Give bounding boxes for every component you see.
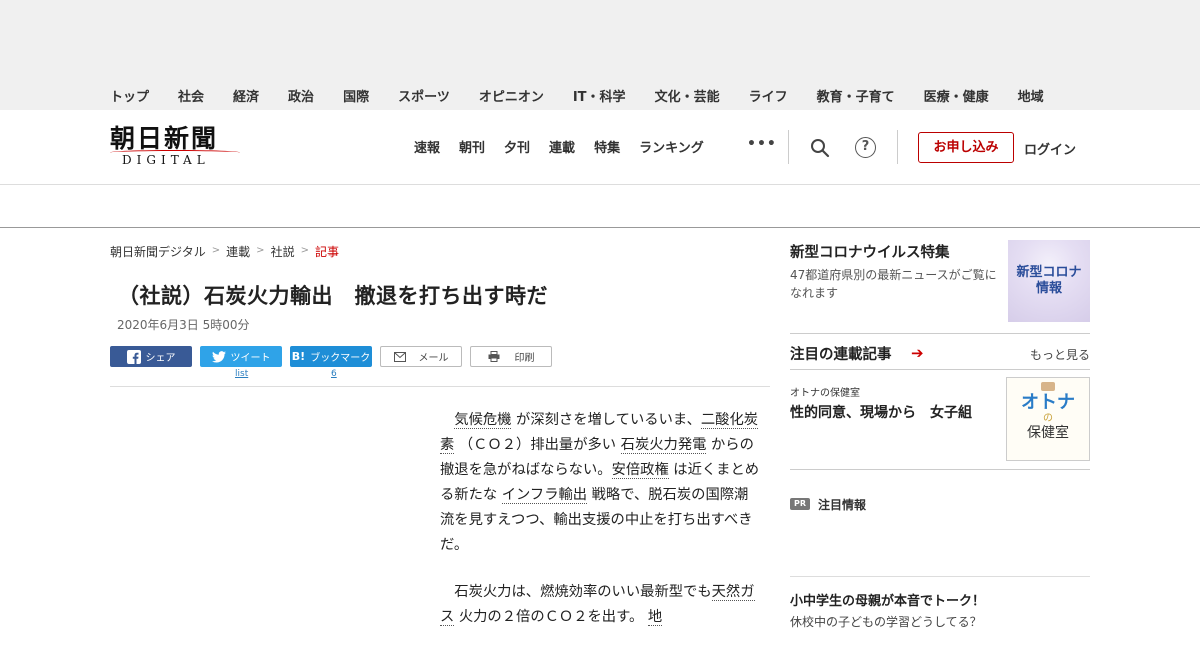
share-divider bbox=[110, 386, 770, 387]
print-icon bbox=[488, 351, 499, 362]
keyword-link[interactable]: インフラ輸出 bbox=[501, 487, 588, 504]
share-buttons: シェア ツイート B! ブックマーク メール 印刷 bbox=[110, 346, 560, 367]
pr-item-desc[interactable]: 休校中の子どもの学習どうしてる？ bbox=[790, 613, 982, 630]
logo-main-text: 朝日新聞 bbox=[110, 124, 219, 153]
category-economy[interactable]: 経済 bbox=[233, 86, 259, 118]
breadcrumb-serial[interactable]: 連載 bbox=[226, 243, 250, 260]
breadcrumb-home[interactable]: 朝日新聞デジタル bbox=[110, 243, 206, 260]
article-paragraph: 気候危機 が深刻さを増しているいま、二酸化炭素 （ＣＯ２）排出量が多い 石炭火力… bbox=[440, 408, 760, 558]
hatena-count[interactable]: 6 bbox=[331, 369, 337, 379]
keyword-link[interactable]: 石炭火力発電 bbox=[620, 437, 707, 454]
category-international[interactable]: 国際 bbox=[343, 86, 369, 118]
nav-item-feature[interactable]: 特集 bbox=[594, 137, 620, 156]
twitter-share-label: ツイート bbox=[230, 353, 271, 364]
otona-subtitle: 保健室 bbox=[1027, 425, 1069, 441]
category-top[interactable]: トップ bbox=[110, 86, 149, 118]
site-header: 朝日新聞 DIGITAL 速報 朝刊 夕刊 連載 特集 ランキング ••• ? … bbox=[0, 110, 1200, 185]
help-icon[interactable]: ? bbox=[855, 137, 876, 158]
category-culture[interactable]: 文化・芸能 bbox=[655, 86, 720, 118]
featured-serial-title[interactable]: 注目の連載記事 bbox=[790, 343, 892, 364]
article-text: が深刻さを増しているいま、 bbox=[511, 412, 701, 428]
arrow-right-icon: ➔ bbox=[911, 344, 924, 362]
article-title: （社説）石炭火力輸出 撤退を打ち出す時だ bbox=[118, 284, 548, 308]
nav-item-morning[interactable]: 朝刊 bbox=[459, 137, 485, 156]
breadcrumb-separator: > bbox=[256, 245, 265, 256]
category-health[interactable]: 医療・健康 bbox=[924, 86, 989, 118]
pr-label: 注目情報 bbox=[818, 498, 867, 512]
article-paragraph: 石炭火力は、燃焼効率のいい最新型でも天然ガス 火力の２倍のＣＯ２を出す。 地 bbox=[440, 580, 760, 630]
category-opinion[interactable]: オピニオン bbox=[479, 86, 544, 118]
mail-share-label: メール bbox=[418, 353, 449, 364]
apply-button[interactable]: お申し込み bbox=[918, 132, 1014, 163]
twitter-share-button[interactable]: ツイート bbox=[200, 346, 282, 367]
serial-kicker: オトナの保健室 bbox=[790, 388, 860, 399]
corona-feature[interactable]: 新型コロナウイルス特集 47都道府県別の最新ニュースがご覧になれます 新型コロナ… bbox=[790, 228, 1090, 334]
category-region[interactable]: 地域 bbox=[1018, 86, 1044, 118]
more-link[interactable]: もっと見る bbox=[1030, 346, 1090, 363]
site-logo[interactable]: 朝日新聞 DIGITAL bbox=[110, 125, 250, 167]
header-divider bbox=[788, 130, 789, 164]
facebook-icon bbox=[126, 349, 141, 364]
article-main: 朝日新聞デジタル > 連載 > 社説 > 記事 （社説）石炭火力輸出 撤退を打ち… bbox=[110, 228, 770, 626]
otona-no: の bbox=[1043, 413, 1053, 424]
nav-item-breaking[interactable]: 速報 bbox=[414, 137, 440, 156]
corona-feature-title[interactable]: 新型コロナウイルス特集 bbox=[790, 241, 950, 262]
otona-thumbnail[interactable]: オトナ の 保健室 bbox=[1006, 377, 1090, 461]
category-education[interactable]: 教育・子育て bbox=[817, 86, 895, 118]
category-politics[interactable]: 政治 bbox=[288, 86, 314, 118]
serial-heading[interactable]: 性的同意、現場から 女子組 bbox=[790, 402, 972, 422]
keyword-link[interactable]: 地 bbox=[647, 609, 663, 626]
breadcrumb-separator: > bbox=[300, 245, 309, 256]
breadcrumb: 朝日新聞デジタル > 連載 > 社説 > 記事 bbox=[110, 243, 770, 260]
header-divider bbox=[897, 130, 898, 164]
pr-item-title[interactable]: 小中学生の母親が本音でトーク！ bbox=[790, 590, 985, 609]
category-society[interactable]: 社会 bbox=[178, 86, 204, 118]
corona-feature-image[interactable]: 新型コロナ 情報 bbox=[1008, 240, 1090, 322]
keyword-link[interactable]: 安倍政権 bbox=[611, 462, 669, 479]
nav-item-serial[interactable]: 連載 bbox=[549, 137, 575, 156]
keyword-link[interactable]: 気候危機 bbox=[454, 412, 512, 429]
hatena-bookmark-button[interactable]: B! ブックマーク bbox=[290, 346, 372, 367]
logo-sub-text: DIGITAL bbox=[110, 150, 250, 167]
featured-serial-header: 注目の連載記事 ➔ もっと見る bbox=[790, 334, 1090, 370]
corona-feature-desc: 47都道府県別の最新ニュースがご覧になれます bbox=[790, 268, 997, 300]
facebook-share-button[interactable]: シェア bbox=[110, 346, 192, 367]
nav-item-ranking[interactable]: ランキング bbox=[639, 137, 704, 156]
mail-share-button[interactable]: メール bbox=[380, 346, 462, 367]
category-life[interactable]: ライフ bbox=[749, 86, 788, 118]
corona-image-line: 新型コロナ bbox=[1016, 265, 1082, 280]
facebook-share-label: シェア bbox=[145, 353, 176, 364]
mail-icon bbox=[393, 351, 406, 362]
pr-badge: PR bbox=[790, 498, 810, 510]
nav-item-evening[interactable]: 夕刊 bbox=[504, 137, 530, 156]
breadcrumb-editorial[interactable]: 社説 bbox=[271, 243, 295, 260]
article-text: 火力の２倍のＣＯ２を出す。 bbox=[454, 609, 648, 625]
search-icon[interactable] bbox=[810, 138, 830, 158]
otona-title: オトナ bbox=[1021, 392, 1075, 413]
category-nav: トップ 社会 経済 政治 国際 スポーツ オピニオン IT・科学 文化・芸能 ラ… bbox=[110, 86, 1200, 118]
article-date: 2020年6月3日 5時00分 bbox=[117, 318, 250, 332]
sidebar: 新型コロナウイルス特集 47都道府県別の最新ニュースがご覧になれます 新型コロナ… bbox=[790, 228, 1090, 629]
hatena-bookmark-label: ブックマーク bbox=[310, 353, 371, 364]
article-body: 気候危機 が深刻さを増しているいま、二酸化炭素 （ＣＯ２）排出量が多い 石炭火力… bbox=[440, 408, 760, 652]
login-link[interactable]: ログイン bbox=[1024, 139, 1076, 158]
print-button[interactable]: 印刷 bbox=[470, 346, 552, 367]
more-menu-icon[interactable]: ••• bbox=[747, 136, 777, 152]
serial-item[interactable]: オトナの保健室 性的同意、現場から 女子組 オトナ の 保健室 bbox=[790, 370, 1090, 470]
article-text: 石炭火力は、燃焼効率のいい最新型でも bbox=[454, 584, 712, 600]
bag-icon bbox=[1041, 382, 1055, 391]
pr-divider bbox=[790, 576, 1090, 577]
breadcrumb-separator: > bbox=[211, 245, 221, 256]
breadcrumb-current: 記事 bbox=[314, 245, 339, 259]
print-label: 印刷 bbox=[514, 353, 535, 364]
pr-header: PR 注目情報 bbox=[790, 482, 1090, 522]
corona-image-line: 情報 bbox=[1035, 281, 1062, 296]
hatena-icon: B! bbox=[291, 350, 306, 363]
twitter-count[interactable]: list bbox=[235, 369, 248, 379]
category-it-science[interactable]: IT・科学 bbox=[573, 86, 626, 118]
category-sports[interactable]: スポーツ bbox=[398, 86, 450, 118]
top-nav: 速報 朝刊 夕刊 連載 特集 ランキング bbox=[414, 137, 723, 156]
article-text: （ＣＯ２）排出量が多い bbox=[454, 437, 621, 453]
twitter-icon bbox=[211, 350, 226, 363]
